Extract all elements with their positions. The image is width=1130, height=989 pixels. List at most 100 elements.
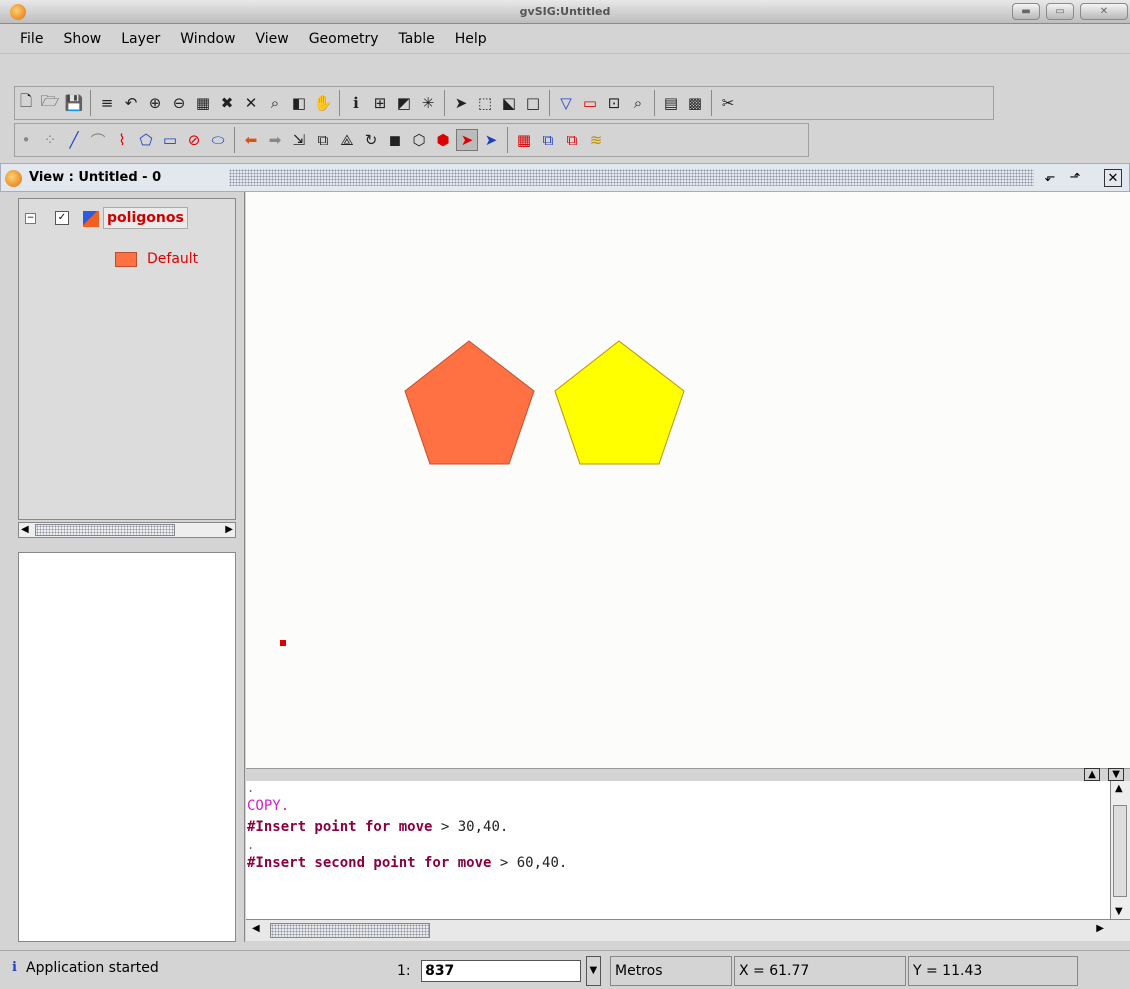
tools-icon[interactable]: ✂	[717, 92, 739, 114]
filter-icon[interactable]: ▽	[555, 92, 577, 114]
pentagon-yellow[interactable]	[554, 340, 685, 465]
minimize-button[interactable]: ▬	[1012, 3, 1040, 20]
rotate-icon[interactable]: ↻	[360, 129, 382, 151]
scroll-up-icon[interactable]: ▲	[1115, 783, 1123, 794]
polygon-icon[interactable]: ⬠	[135, 129, 157, 151]
edit-vertex-icon[interactable]: ⬡	[408, 129, 430, 151]
hyperlink-icon[interactable]: ✳	[417, 92, 439, 114]
layer-edit-icon[interactable]: ≋	[585, 129, 607, 151]
pentagon-orange[interactable]	[404, 340, 535, 465]
undo-icon[interactable]: ⬅	[240, 129, 262, 151]
zoom-select-icon[interactable]: ✕	[240, 92, 262, 114]
toolbar-separator	[339, 90, 340, 116]
line-icon[interactable]: ╱	[63, 129, 85, 151]
copy-layer-icon[interactable]: ⧉	[537, 129, 559, 151]
layer-name[interactable]: poligonos	[103, 207, 188, 229]
scroll-right-icon[interactable]: ▶	[225, 524, 233, 535]
save-icon[interactable]: 💾	[63, 92, 85, 114]
circle-icon[interactable]: ⊘	[183, 129, 205, 151]
measure-area-icon[interactable]: ◩	[393, 92, 415, 114]
menu-file[interactable]: File	[20, 31, 43, 47]
symmetry-icon[interactable]: ⟁	[336, 129, 358, 151]
scale-input[interactable]: 837	[421, 960, 582, 982]
scale-dropdown-icon[interactable]: ▼	[585, 956, 602, 986]
map-canvas[interactable]	[246, 192, 1130, 768]
scale-icon[interactable]: ◼	[384, 129, 406, 151]
scroll-right-icon[interactable]: ▶	[1096, 923, 1104, 934]
polyline-icon[interactable]: ⌇	[111, 129, 133, 151]
scroll-thumb[interactable]	[35, 524, 175, 536]
scale-box: 1: 837 ▼	[383, 956, 608, 986]
ellipse-icon[interactable]: ⬭	[207, 129, 229, 151]
rectangle-icon[interactable]: ▭	[579, 92, 601, 114]
zoom-out-icon[interactable]: ⊖	[168, 92, 190, 114]
menu-help[interactable]: Help	[455, 31, 487, 47]
join-icon[interactable]: ⇲	[288, 129, 310, 151]
toc-horizontal-scrollbar[interactable]: ◀ ▶	[18, 522, 236, 538]
paste-layer-icon[interactable]: ⧉	[561, 129, 583, 151]
units-box: Metros	[610, 956, 732, 986]
menu-view[interactable]: View	[255, 31, 288, 47]
console-value: > 30,40.	[432, 819, 509, 835]
table-edit-icon[interactable]: ▦	[513, 129, 535, 151]
scroll-thumb[interactable]	[1113, 805, 1127, 897]
add-layer-icon[interactable]: ≡	[96, 92, 118, 114]
select-pointer-icon[interactable]: ➤	[450, 92, 472, 114]
layer-visibility-checkbox[interactable]: ✓	[55, 211, 69, 225]
add-field-icon[interactable]: ⊡	[603, 92, 625, 114]
console-line: #Insert point for move > 30,40.	[247, 817, 1110, 838]
zoom-layer-icon[interactable]: ▦	[192, 92, 214, 114]
close-button[interactable]: ✕	[1080, 3, 1128, 20]
console-horizontal-scrollbar[interactable]: ◀ ▶	[246, 919, 1130, 941]
grid-icon[interactable]: ▩	[684, 92, 706, 114]
zoom-previous-icon[interactable]: ↶	[120, 92, 142, 114]
expand-icon[interactable]: −	[25, 213, 36, 224]
iconify-icon[interactable]: ⬐	[1041, 169, 1059, 187]
scroll-left-icon[interactable]: ◀	[252, 923, 260, 934]
maximize-view-icon[interactable]: ⬏	[1066, 169, 1084, 187]
new-file-icon[interactable]: 🗋	[15, 92, 37, 114]
multipoint-icon[interactable]: ⁘	[39, 129, 61, 151]
edit-toolbar: • ⁘ ╱ ⌒ ⌇ ⬠ ▭ ⊘ ⬭ ⬅ ➡ ⇲ ⧉ ⟁ ↻ ◼ ⬡ ⬢ ➤ ➤ …	[14, 123, 809, 157]
close-view-icon[interactable]: ✕	[1104, 169, 1122, 187]
scroll-left-icon[interactable]: ◀	[21, 524, 29, 535]
menu-geometry[interactable]: Geometry	[309, 31, 379, 47]
redo-icon[interactable]: ➡	[264, 129, 286, 151]
console-up-icon[interactable]: ▲	[1084, 768, 1100, 781]
menu-layer[interactable]: Layer	[121, 31, 160, 47]
legend-label: Default	[147, 251, 199, 267]
pan-icon[interactable]: ✋	[312, 92, 334, 114]
copy-icon[interactable]: ⧉	[312, 129, 334, 151]
scroll-down-icon[interactable]: ▼	[1115, 906, 1123, 917]
rectangle-draw-icon[interactable]: ▭	[159, 129, 181, 151]
select-edit-icon[interactable]: ➤	[456, 129, 478, 151]
info-icon[interactable]: ℹ	[345, 92, 367, 114]
menu-table[interactable]: Table	[399, 31, 435, 47]
select-polygon-icon[interactable]: ⬕	[498, 92, 520, 114]
zoom-select-layer-icon[interactable]: ⌕	[627, 92, 649, 114]
console-prompt: #Insert point for move	[247, 819, 433, 835]
select-box-icon[interactable]: □	[522, 92, 544, 114]
arc-icon[interactable]: ⌒	[87, 129, 109, 151]
console-splitter[interactable]: ▲ ▼	[246, 768, 1130, 781]
zoom-full-icon[interactable]: ✖	[216, 92, 238, 114]
layer-tree: − ✓ poligonos Default	[18, 198, 236, 520]
select-rect-icon[interactable]: ⬚	[474, 92, 496, 114]
table-icon[interactable]: ▤	[660, 92, 682, 114]
console-vertical-scrollbar[interactable]: ▲ ▼	[1110, 781, 1130, 919]
command-console[interactable]: . COPY. #Insert point for move > 30,40. …	[246, 781, 1110, 919]
menu-show[interactable]: Show	[63, 31, 101, 47]
zoom-in-icon[interactable]: ⊕	[144, 92, 166, 114]
menu-window[interactable]: Window	[180, 31, 235, 47]
select-complex-icon[interactable]: ➤	[480, 129, 502, 151]
maximize-button[interactable]: ▭	[1046, 3, 1074, 20]
scroll-thumb[interactable]	[270, 923, 430, 938]
open-icon[interactable]: 🗁	[39, 92, 61, 114]
measure-distance-icon[interactable]: ⊞	[369, 92, 391, 114]
frame-icon[interactable]: ◧	[288, 92, 310, 114]
view-title: View : Untitled - 0	[29, 170, 162, 185]
console-down-icon[interactable]: ▼	[1108, 768, 1124, 781]
internal-polygon-icon[interactable]: ⬢	[432, 129, 454, 151]
point-icon[interactable]: •	[15, 129, 37, 151]
zoom-locator-icon[interactable]: ⌕	[264, 92, 286, 114]
